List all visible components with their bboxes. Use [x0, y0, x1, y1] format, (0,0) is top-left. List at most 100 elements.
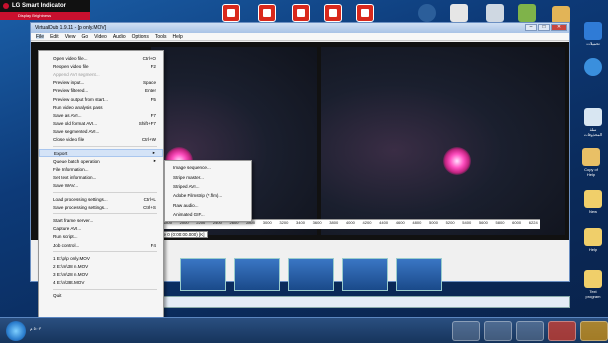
thumbnail	[288, 258, 334, 291]
start-button[interactable]	[6, 321, 26, 341]
menu-item-label: Preview filtered...	[53, 88, 89, 94]
pdf-file-icon[interactable]	[324, 4, 342, 22]
desktop-icon-new[interactable]: New	[582, 190, 604, 214]
minimize-button[interactable]: –	[525, 24, 537, 31]
menu-item-label: Set text information...	[53, 175, 97, 181]
file-menu-item[interactable]: Capture AVI...	[39, 225, 163, 233]
export-menu-item[interactable]: Adobe Filmstrip (*.flm)...	[165, 191, 251, 200]
desktop-icon-help[interactable]: Help	[582, 228, 604, 252]
menu-video[interactable]: Video	[94, 34, 107, 40]
file-menu-item[interactable]: 3 E:\m\28 n.MOV	[39, 271, 163, 279]
thumbnail	[234, 258, 280, 291]
taskbar-app-button[interactable]	[452, 321, 480, 341]
menu-options[interactable]: Options	[132, 34, 149, 40]
menu-item-label: Striped AVI...	[173, 183, 200, 189]
taskbar-app-button[interactable]	[484, 321, 512, 341]
taskbar-app-button[interactable]	[548, 321, 576, 341]
menu-item-label: 3 E:\m\28 n.MOV	[53, 272, 89, 278]
pdf-file-icon[interactable]	[356, 4, 374, 22]
menu-file[interactable]: File	[36, 34, 45, 40]
program-icon[interactable]	[518, 4, 536, 22]
menu-item-label: Preview input...	[53, 80, 85, 86]
acrobat-icon[interactable]	[450, 4, 468, 22]
taskbar-app-button[interactable]	[580, 321, 608, 341]
file-menu-item[interactable]: Preview filtered... Enter	[39, 87, 163, 95]
menu-item-label: Run video analysis pass	[53, 104, 103, 110]
export-menu-item[interactable]: Animated GIF...	[165, 210, 251, 219]
file-menu-item[interactable]: 4 E:\n\38t.MOV	[39, 279, 163, 287]
background-thumbnails	[180, 258, 460, 293]
menubar: File Edit View Go Video Audio Options To…	[31, 33, 569, 41]
file-menu-item[interactable]: Append AVI segment...	[39, 70, 163, 78]
window-titlebar[interactable]: VirtualDub 1.9.11 - [p only.MOV] – □ ✕	[31, 23, 569, 33]
menu-tools[interactable]: Tools	[155, 34, 167, 40]
file-menu-item[interactable]: Load processing settings... Ctrl+L	[39, 195, 163, 203]
menu-item-label: Save segmented AVI...	[53, 129, 100, 135]
file-menu-item[interactable]: Preview output from start... F5	[39, 95, 163, 103]
maximize-button[interactable]: □	[538, 24, 550, 31]
pdf-file-icon[interactable]	[292, 4, 310, 22]
taskbar-app-button[interactable]	[516, 321, 544, 341]
menu-item-shortcut: F5	[150, 96, 156, 102]
file-menu-item[interactable]: Preview input... Space	[39, 79, 163, 87]
file-menu-item[interactable]: Queue batch operation ▸	[39, 157, 163, 165]
timeline-tick-label: 4800	[412, 220, 422, 225]
light-spot	[443, 147, 471, 175]
pdf-file-icon[interactable]	[222, 4, 240, 22]
file-menu-item[interactable]: Set text information...	[39, 174, 163, 182]
export-menu-item[interactable]: Raw audio...	[165, 201, 251, 210]
file-menu-item[interactable]: Close video file Ctrl+W	[39, 136, 163, 144]
menu-edit[interactable]: Edit	[50, 34, 59, 40]
output-video-pane[interactable]	[321, 47, 565, 235]
file-menu-item[interactable]: Open video file... Ctrl+O	[39, 54, 163, 62]
lg-logo-icon	[3, 3, 9, 9]
timeline-tick-label: 5800	[495, 220, 505, 225]
menu-item-label: Start frame server...	[53, 217, 94, 223]
export-submenu: Image sequence... Stripe master... Striped…	[164, 160, 252, 222]
menu-item-shortcut: Shift+F7	[138, 121, 156, 127]
menu-view[interactable]: View	[65, 34, 76, 40]
program-icon[interactable]	[486, 4, 504, 22]
export-menu-item[interactable]: Stripe master...	[165, 172, 251, 181]
app-shortcut-icon[interactable]	[418, 4, 436, 22]
file-menu-item[interactable]: Start frame server...	[39, 216, 163, 224]
menu-item-label: Reopen video file	[53, 63, 89, 69]
menu-item-shortcut: ▸	[152, 150, 155, 156]
desktop-icon-text-program[interactable]: Text program	[582, 270, 604, 299]
menu-item-shortcut: F4	[150, 242, 156, 248]
export-menu-item[interactable]: Image sequence...	[165, 163, 251, 172]
desktop-icon-network[interactable]	[582, 58, 604, 77]
close-button[interactable]: ✕	[551, 24, 567, 31]
file-menu-item[interactable]: Run video analysis pass	[39, 103, 163, 111]
recycle-bin-icon[interactable]: سلة المحذوفات	[582, 108, 604, 137]
menu-audio[interactable]: Audio	[113, 34, 126, 40]
file-menu-item[interactable]: Job control... F4	[39, 241, 163, 249]
menu-item-label: File Information...	[53, 167, 89, 173]
menu-item-label: Job control...	[53, 242, 80, 248]
file-menu-item[interactable]: Save WAV...	[39, 182, 163, 190]
menu-help[interactable]: Help	[173, 34, 183, 40]
pdf-file-icon[interactable]	[258, 4, 276, 22]
file-menu-item[interactable]: Save old format AVI... Shift+F7	[39, 120, 163, 128]
file-menu-item[interactable]: Save segmented AVI...	[39, 128, 163, 136]
desktop-icon-downloads[interactable]: تحميلات	[582, 22, 604, 46]
file-menu-item[interactable]: Run script...	[39, 233, 163, 241]
file-menu-item[interactable]: 2 E:\m\38 n.MOV	[39, 262, 163, 270]
file-menu-item[interactable]: Save processing settings... Ctrl+S	[39, 203, 163, 211]
menu-item-label: Load processing settings...	[53, 196, 108, 202]
file-menu-item[interactable]: File Information...	[39, 165, 163, 173]
menu-item-label: 2 E:\m\38 n.MOV	[53, 263, 89, 269]
file-menu-item[interactable]: 1 E:\p\p only.MOV	[39, 254, 163, 262]
export-menu-item[interactable]: Striped AVI...	[165, 182, 251, 191]
menu-go[interactable]: Go	[81, 34, 88, 40]
desktop-icon-copy-of-help[interactable]: Copy of Help	[580, 148, 602, 177]
file-menu-item[interactable]: Export ▸	[39, 149, 163, 158]
file-menu-item[interactable]: Quit	[39, 292, 163, 300]
menu-item-shortcut: ▸	[153, 158, 156, 164]
menu-separator	[53, 288, 157, 290]
file-menu-item[interactable]: Reopen video file F2	[39, 62, 163, 70]
file-menu-item[interactable]: Save as AVI... F7	[39, 111, 163, 119]
timeline-tick-label: 6224	[528, 220, 538, 225]
lg-indicator-bar[interactable]: LG Smart Indicator	[0, 0, 90, 12]
timeline-tick-label: 3400	[296, 220, 305, 225]
